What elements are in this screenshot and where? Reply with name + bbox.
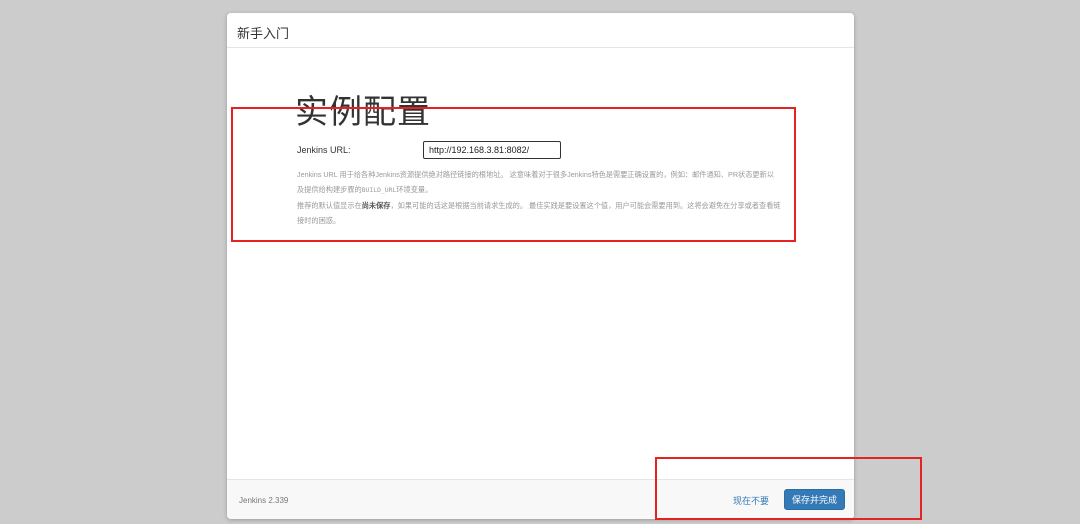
not-now-link[interactable]: 现在不要: [733, 494, 769, 507]
help-paragraph-2: 推荐的默认值显示在尚未保存，如果可能的话这是根据当前请求生成的。 最佳实践是要设…: [297, 198, 781, 228]
jenkins-url-input[interactable]: [423, 141, 561, 159]
jenkins-url-label: Jenkins URL:: [297, 145, 351, 155]
dialog-title: 新手入门: [237, 26, 290, 41]
help-text: 推荐的默认值显示在: [297, 201, 362, 210]
dialog-header: 新手入门: [227, 13, 854, 48]
save-and-finish-button[interactable]: 保存并完成: [784, 489, 845, 510]
page-title: 实例配置: [295, 93, 431, 130]
help-text: 环境变量。: [396, 185, 433, 194]
build-url-code: BUILD_URL: [361, 186, 397, 194]
setup-wizard-dialog: 新手入门 实例配置 Jenkins URL: Jenkins URL 用于给各种…: [227, 13, 854, 519]
help-bold-text: 尚未保存: [361, 201, 391, 210]
jenkins-version: Jenkins 2.339: [239, 496, 289, 505]
dialog-footer: Jenkins 2.339 现在不要 保存并完成: [227, 479, 854, 519]
jenkins-url-help: Jenkins URL 用于给各种Jenkins资源提供绝对路径链接的根地址。 …: [297, 167, 781, 228]
help-paragraph-1: Jenkins URL 用于给各种Jenkins资源提供绝对路径链接的根地址。 …: [297, 167, 781, 198]
